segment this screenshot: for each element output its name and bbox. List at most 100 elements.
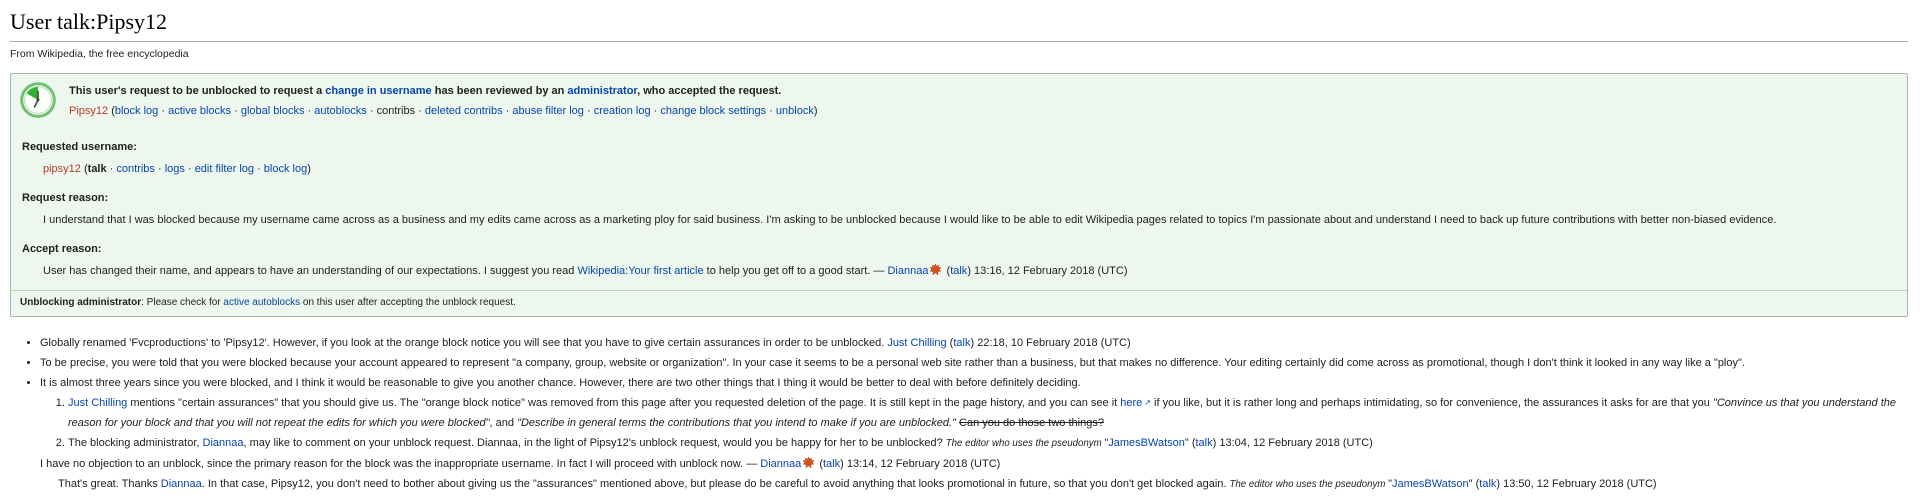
link-wikipedia-your-first-article[interactable]: Wikipedia:Your first article — [577, 265, 703, 277]
link-administrator[interactable]: administrator — [567, 85, 637, 97]
text-segment: The blocking administrator, — [68, 437, 203, 449]
unblock-reviewed-notice: This user's request to be unblocked to r… — [10, 73, 1908, 317]
text-segment: It is almost three years since you were … — [40, 377, 1081, 389]
text-segment: ) 13:16, 12 February 2018 (UTC) — [967, 265, 1127, 277]
text-segment: Unblocking administrator — [20, 297, 141, 308]
request-reason-label: Request reason: — [20, 188, 1897, 208]
site-subtitle: From Wikipedia, the free encyclopedia — [10, 48, 1908, 60]
link-jamesbwatson[interactable]: JamesBWatson — [1392, 478, 1469, 490]
text-segment: ( — [81, 163, 88, 175]
text-segment: Globally renamed 'Fvcproductions' to 'Pi… — [40, 337, 887, 349]
text-segment: on this user after accepting the unblock… — [300, 297, 516, 308]
blocked-user-links: Pipsy12 (block log · active blocks · glo… — [69, 101, 818, 121]
link-active-blocks[interactable]: active blocks — [168, 105, 231, 117]
talk-comment: To be precise, you were told that you we… — [40, 353, 1908, 373]
link-pipsy12[interactable]: pipsy12 — [43, 163, 81, 175]
link-change-block-settings[interactable]: change block settings — [660, 105, 766, 117]
link-active-autoblocks[interactable]: active autoblocks — [223, 297, 300, 308]
text-segment: ) 22:18, 10 February 2018 (UTC) — [970, 337, 1130, 349]
text-segment: I understand that I was blocked because … — [43, 214, 1776, 226]
text-segment: " ( — [1185, 437, 1196, 449]
link-deleted-contribs[interactable]: deleted contribs — [425, 105, 503, 117]
talk-discussion: Globally renamed 'Fvcproductions' to 'Pi… — [10, 333, 1908, 495]
text-segment: · — [254, 163, 264, 175]
talk-comment-text: It is almost three years since you were … — [40, 377, 1081, 389]
link-here[interactable]: here↗ — [1120, 397, 1151, 409]
unblock-fields: Requested username: pipsy12 (talk · cont… — [20, 137, 1897, 281]
link-talk[interactable]: talk — [1196, 437, 1213, 449]
external-link-icon: ↗ — [1144, 393, 1151, 413]
requested-username-value: pipsy12 (talk · contribs · logs · edit f… — [20, 159, 1897, 179]
link-talk[interactable]: talk — [823, 458, 840, 470]
link-talk[interactable]: talk — [1479, 478, 1496, 490]
text-segment: , may like to comment on your unblock re… — [244, 437, 946, 449]
link-talk[interactable]: talk — [950, 265, 967, 277]
text-segment: The editor who uses the pseudonym — [1230, 479, 1389, 490]
link-pipsy12[interactable]: Pipsy12 — [69, 105, 108, 117]
unblocking-administrator-note: Unblocking administrator: Please check f… — [11, 290, 1907, 316]
link-unblock[interactable]: unblock — [776, 105, 814, 117]
text-segment: · — [766, 105, 776, 117]
text-segment: User has changed their name, and appears… — [43, 265, 577, 277]
talk-reply: I have no objection to an unblock, since… — [40, 454, 1908, 474]
link-just-chilling[interactable]: Just Chilling — [68, 397, 127, 409]
text-segment: I have no objection to an unblock, since… — [40, 458, 760, 470]
link-change-in-username[interactable]: change in username — [325, 85, 431, 97]
link-global-blocks[interactable]: global blocks — [241, 105, 305, 117]
unblock-review-statement: This user's request to be unblocked to r… — [69, 81, 818, 101]
link-diannaa[interactable]: Diannaa — [760, 458, 801, 470]
unblock-header-text: This user's request to be unblocked to r… — [69, 81, 818, 121]
text-segment: ( — [816, 458, 823, 470]
text-segment: · — [304, 105, 314, 117]
text-segment: "Describe in general terms the contribut… — [517, 417, 956, 429]
link-autoblocks[interactable]: autoblocks — [314, 105, 367, 117]
request-reason-value: I understand that I was blocked because … — [20, 210, 1897, 230]
text-segment: if you like, but it is rather long and p… — [1151, 397, 1713, 409]
accept-reason-value: User has changed their name, and appears… — [20, 261, 1897, 281]
text-segment: has been reviewed by an — [432, 85, 568, 97]
text-segment: · — [367, 105, 377, 117]
requested-username-label: Requested username: — [20, 137, 1897, 157]
link-block-log[interactable]: block log — [264, 163, 307, 175]
link-diannaa[interactable]: Diannaa — [203, 437, 244, 449]
text-segment: The editor who uses the pseudonym — [946, 438, 1105, 449]
link-creation-log[interactable]: creation log — [594, 105, 651, 117]
text-segment: to help you get off to a good start. — — [704, 265, 888, 277]
link-diannaa[interactable]: Diannaa — [161, 478, 202, 490]
talk-comment: Globally renamed 'Fvcproductions' to 'Pi… — [40, 333, 1908, 353]
text-segment: , who accepted the request. — [637, 85, 781, 97]
numbered-comment: Just Chilling mentions "certain assuranc… — [68, 393, 1908, 433]
text-segment: This user's request to be unblocked to r… — [69, 85, 325, 97]
text-segment: That's great. Thanks — [58, 478, 161, 490]
unblock-clock-icon — [20, 82, 56, 118]
accept-reason-label: Accept reason: — [20, 239, 1897, 259]
link-contribs[interactable]: contribs — [116, 163, 155, 175]
link-just-chilling[interactable]: Just Chilling — [887, 337, 946, 349]
link-talk[interactable]: talk — [953, 337, 970, 349]
text-segment: · — [584, 105, 594, 117]
link-block-log[interactable]: block log — [115, 105, 158, 117]
text-segment: · — [155, 163, 165, 175]
text-segment: talk — [88, 163, 107, 175]
text-segment: · — [107, 163, 117, 175]
wikipedia-page: User talk:Pipsy12 From Wikipedia, the fr… — [0, 0, 1920, 501]
maple-icon — [930, 264, 941, 275]
text-segment: · — [503, 105, 513, 117]
maple-icon — [803, 457, 814, 468]
text-segment: contribs — [377, 105, 416, 117]
text-segment: ) 13:50, 12 February 2018 (UTC) — [1496, 478, 1656, 490]
discussion-list: Globally renamed 'Fvcproductions' to 'Pi… — [10, 333, 1908, 454]
text-segment: : Please check for — [141, 297, 223, 308]
link-jamesbwatson[interactable]: JamesBWatson — [1108, 437, 1185, 449]
text-segment: . In that case, Pipsy12, you don't need … — [202, 478, 1230, 490]
link-logs[interactable]: logs — [165, 163, 185, 175]
link-edit-filter-log[interactable]: edit filter log — [195, 163, 254, 175]
text-segment: ) 13:04, 12 February 2018 (UTC) — [1213, 437, 1373, 449]
talk-comment: It is almost three years since you were … — [40, 373, 1908, 454]
link-diannaa[interactable]: Diannaa — [887, 265, 928, 277]
text-segment: ) — [814, 105, 818, 117]
link-abuse-filter-log[interactable]: abuse filter log — [512, 105, 584, 117]
unblock-notice-header: This user's request to be unblocked to r… — [20, 81, 1897, 121]
unblock-notice-body: This user's request to be unblocked to r… — [11, 74, 1907, 290]
conditions-list: Just Chilling mentions "certain assuranc… — [40, 393, 1908, 454]
